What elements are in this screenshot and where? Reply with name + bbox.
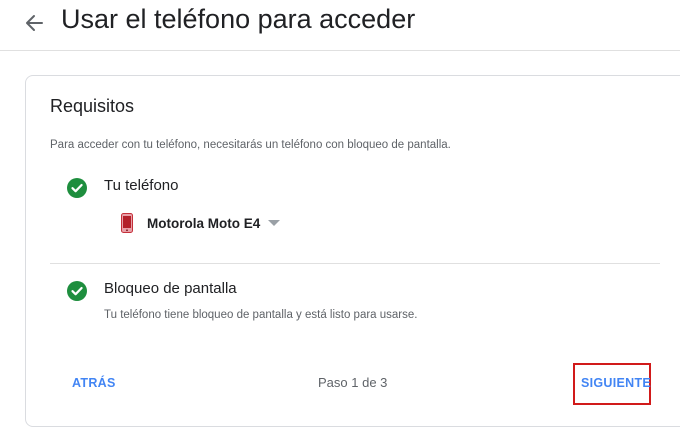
card-title: Requisitos	[50, 96, 135, 116]
back-step-button[interactable]: ATRÁS	[72, 376, 116, 390]
card-description: Para acceder con tu teléfono, necesitará…	[50, 139, 451, 151]
phone-icon	[121, 213, 133, 233]
phone-requirement-label: Tu teléfono	[104, 177, 179, 194]
screen-lock-description: Tu teléfono tiene bloqueo de pantalla y …	[104, 309, 418, 321]
back-button[interactable]	[20, 8, 50, 38]
device-selector[interactable]: Motorola Moto E4	[121, 213, 281, 233]
check-circle-icon	[67, 281, 87, 301]
device-name: Motorola Moto E4	[147, 215, 261, 231]
divider	[50, 263, 660, 264]
check-circle-icon	[67, 178, 87, 198]
arrow-left-icon	[26, 15, 43, 31]
page-title: Usar el teléfono para acceder	[61, 4, 416, 34]
next-button[interactable]: SIGUIENTE	[581, 376, 651, 390]
chevron-down-icon	[268, 220, 281, 226]
page-header: Usar el teléfono para acceder	[0, 0, 680, 51]
step-indicator: Paso 1 de 3	[318, 375, 388, 390]
requirements-card: Requisitos Para acceder con tu teléfono,…	[25, 75, 680, 427]
screen-lock-requirement-label: Bloqueo de pantalla	[104, 280, 237, 297]
